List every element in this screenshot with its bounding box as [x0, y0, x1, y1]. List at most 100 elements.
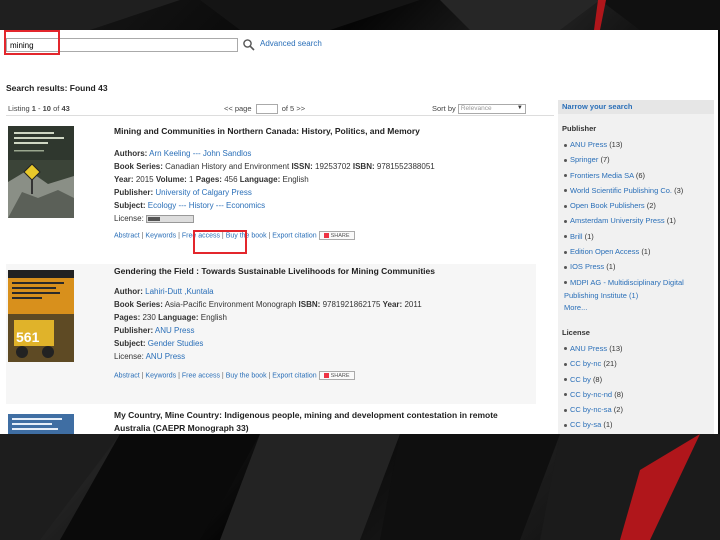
sidebar-item-publisher[interactable]: World Scientific Publishing Co. (3) [564, 183, 708, 198]
narrow-search-sidebar: Narrow your search Publisher ANU Press (… [558, 100, 714, 434]
result-item: My Country, Mine Country: Indigenous peo… [6, 406, 536, 434]
sidebar-item-license[interactable]: CC by-nc-sa (2) [564, 402, 708, 417]
advanced-search-link[interactable]: Advanced search [260, 39, 322, 48]
facet-count: (3) [674, 185, 684, 195]
sidebar-item-publisher[interactable]: IOS Press (1) [564, 259, 708, 274]
buy-book-link[interactable]: Buy the book [226, 372, 267, 379]
facet-label[interactable]: CC by-nc-sa [570, 405, 612, 414]
bullet-icon [564, 378, 567, 382]
publisher-link[interactable]: ANU Press [155, 326, 195, 335]
abstract-link[interactable]: Abstract [114, 372, 140, 379]
result-body: My Country, Mine Country: Indigenous peo… [114, 409, 534, 434]
share-icon [323, 233, 329, 239]
author-link[interactable]: Lahiri-Dutt ,Kuntala [145, 287, 213, 296]
next-page-link[interactable]: >> [296, 104, 305, 113]
result-actions: Abstract | Keywords | Free access | Buy … [114, 231, 534, 241]
facet-label[interactable]: MDPI AG - Multidisciplinary Digital [570, 278, 684, 287]
results-count: Search results: Found 43 [6, 83, 108, 93]
search-highlight-box [4, 30, 60, 55]
export-citation-link[interactable]: Export citation [272, 232, 316, 239]
bullet-icon [564, 189, 567, 193]
sidebar-header: Narrow your search [558, 100, 714, 114]
facet-label[interactable]: CC by [570, 375, 591, 384]
free-access-link[interactable]: Free access [182, 372, 220, 379]
result-body: Mining and Communities in Northern Canad… [114, 126, 534, 241]
publisher-link[interactable]: University of Calgary Press [155, 188, 251, 197]
sidebar-item-publisher[interactable]: Amsterdam University Press (1) [564, 213, 708, 228]
facet-count: (8) [592, 374, 603, 384]
book-cover-image[interactable] [8, 414, 74, 434]
bullet-icon [564, 393, 567, 397]
bullet-icon [564, 174, 567, 178]
facet-label[interactable]: Frontiers Media SA [570, 171, 634, 180]
page-number-input[interactable] [255, 104, 278, 115]
publisher-facet-wrap[interactable]: Publishing Institute (1) [558, 290, 714, 302]
sort-control: Sort by Relevance ▼ [432, 104, 526, 115]
publisher-facet-list: ANU Press (13) Springer (7) Frontiers Medi… [558, 137, 714, 290]
sidebar-item-publisher[interactable]: MDPI AG - Multidisciplinary Digital [564, 275, 708, 290]
facet-label[interactable]: Amsterdam University Press [570, 216, 665, 225]
share-button[interactable]: SHARE [318, 231, 355, 240]
facet-label[interactable]: CC by-sa [570, 420, 601, 429]
book-cover-image[interactable] [8, 126, 74, 218]
license-badge-icon[interactable] [146, 214, 195, 223]
sidebar-item-publisher[interactable]: Springer (7) [564, 152, 708, 167]
book-cover-image[interactable]: 561 [8, 270, 74, 362]
bullet-icon [564, 347, 567, 351]
result-actions: Abstract | Keywords | Free access | Buy … [114, 371, 534, 381]
more-link[interactable]: More... [558, 302, 714, 314]
publisher-facet-title: Publisher [562, 124, 597, 133]
facet-label[interactable]: ANU Press [570, 344, 607, 353]
facet-count: (21) [603, 359, 617, 369]
facet-count: (1) [603, 420, 613, 430]
facet-label[interactable]: IOS Press [570, 262, 604, 271]
facet-label[interactable]: CC by-nc-nd [570, 390, 612, 399]
export-citation-link[interactable]: Export citation [272, 372, 316, 379]
share-button[interactable]: SHARE [318, 371, 355, 380]
subject-link[interactable]: Gender Studies [148, 339, 204, 348]
sidebar-item-publisher[interactable]: ANU Press (13) [564, 137, 708, 152]
subject-link[interactable]: Ecology --- History --- Economics [148, 201, 265, 210]
sidebar-item-license[interactable]: CC by-nc-nd (8) [564, 387, 708, 402]
result-title[interactable]: Gendering the Field : Towards Sustainabl… [114, 266, 534, 277]
browser-screenshot: Advanced search Search results: Found 43… [0, 30, 718, 434]
sidebar-item-publisher[interactable]: Frontiers Media SA (6) [564, 168, 708, 183]
bullet-icon [564, 408, 567, 412]
facet-count: (13) [609, 343, 623, 353]
result-title[interactable]: Mining and Communities in Northern Canad… [114, 126, 534, 137]
facet-label[interactable]: World Scientific Publishing Co. [570, 186, 672, 195]
facet-label[interactable]: Open Book Publishers [570, 201, 645, 210]
facet-label[interactable]: Brill [570, 232, 583, 241]
result-body: Gendering the Field : Towards Sustainabl… [114, 266, 534, 381]
sidebar-item-license[interactable]: CC by-sa (1) [564, 417, 708, 432]
search-bar: Advanced search [6, 38, 386, 56]
author-link[interactable]: Arn Keeling --- John Sandlos [149, 149, 251, 158]
license-facet-title: License [562, 327, 590, 337]
facet-label[interactable]: Edition Open Access [570, 247, 639, 256]
facet-count: (1) [666, 216, 676, 226]
facet-count: (7) [600, 155, 610, 165]
prev-page-link[interactable]: << page [224, 104, 252, 113]
sidebar-item-license[interactable]: CC by (8) [564, 372, 708, 387]
sidebar-item-publisher[interactable]: Brill (1) [564, 229, 708, 244]
abstract-link[interactable]: Abstract [114, 232, 140, 239]
facet-label[interactable]: Springer [570, 155, 598, 164]
facet-label[interactable]: ANU Press [570, 140, 607, 149]
bullet-icon [564, 281, 567, 285]
listing-bar: Listing 1 - 10 of 43 << page of 5 >> Sor… [6, 102, 554, 116]
bullet-icon [564, 204, 567, 208]
keywords-link[interactable]: Keywords [145, 372, 176, 379]
license-link[interactable]: ANU Press [146, 352, 186, 361]
pagination: << page of 5 >> [224, 104, 306, 115]
sidebar-item-license[interactable]: ANU Press (13) [564, 341, 708, 356]
facet-count: (6) [635, 170, 646, 180]
search-icon[interactable] [242, 38, 256, 52]
keywords-link[interactable]: Keywords [145, 232, 176, 239]
sidebar-item-license[interactable]: CC by-nc (21) [564, 356, 708, 371]
license-facet-list: ANU Press (13) CC by-nc (21) CC by (8) CC b… [558, 341, 714, 433]
result-title[interactable]: My Country, Mine Country: Indigenous peo… [114, 409, 534, 434]
sidebar-item-publisher[interactable]: Edition Open Access (1) [564, 244, 708, 259]
sidebar-item-publisher[interactable]: Open Book Publishers (2) [564, 198, 708, 213]
facet-label[interactable]: CC by-nc [570, 359, 601, 368]
sort-select[interactable]: Relevance ▼ [457, 104, 526, 115]
